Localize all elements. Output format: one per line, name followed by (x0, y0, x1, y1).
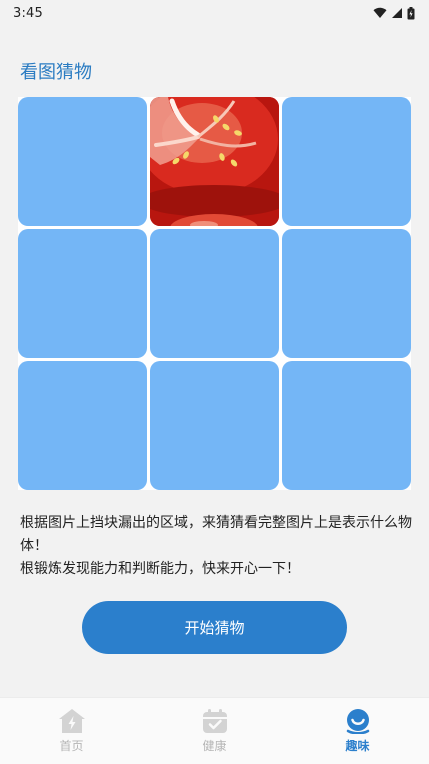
wifi-icon (373, 7, 387, 18)
status-icons (373, 6, 415, 20)
status-time: 3:45 (13, 5, 43, 21)
tab-home[interactable]: 首页 (0, 698, 143, 764)
puzzle-tile-6 (282, 229, 411, 358)
puzzle-grid (18, 97, 411, 490)
page-title: 看图猜物 (20, 62, 92, 83)
tab-health-label: 健康 (202, 739, 227, 753)
puzzle-tile-2-revealed (150, 97, 279, 226)
tab-health[interactable]: 健康 (143, 698, 286, 764)
puzzle-tile-8 (150, 361, 279, 490)
puzzle-tile-3 (282, 97, 411, 226)
signal-icon (392, 8, 402, 18)
bottom-tab-bar: 首页 健康 趣味 (0, 697, 429, 764)
home-icon (58, 709, 85, 733)
tomato-slice-image (150, 97, 279, 226)
game-description: 根据图片上挡块漏出的区域，来猜猜看完整图片上是表示什么物体！ 根锻炼发现能力和判… (20, 512, 412, 581)
status-bar: 3:45 (0, 0, 429, 26)
puzzle-tile-9 (282, 361, 411, 490)
puzzle-tile-1 (18, 97, 147, 226)
calendar-check-icon (202, 709, 227, 733)
tab-fun[interactable]: 趣味 (286, 698, 429, 764)
puzzle-tile-5 (150, 229, 279, 358)
description-line-2: 根锻炼发现能力和判断能力，快来开心一下！ (20, 561, 300, 577)
description-line-1: 根据图片上挡块漏出的区域，来猜猜看完整图片上是表示什么物体！ (20, 515, 412, 554)
puzzle-tile-7 (18, 361, 147, 490)
smiley-icon (346, 709, 369, 734)
start-guess-button[interactable]: 开始猜物 (82, 601, 347, 654)
battery-icon (407, 6, 415, 19)
tab-fun-label: 趣味 (345, 739, 370, 753)
tab-home-label: 首页 (59, 739, 84, 753)
puzzle-tile-4 (18, 229, 147, 358)
